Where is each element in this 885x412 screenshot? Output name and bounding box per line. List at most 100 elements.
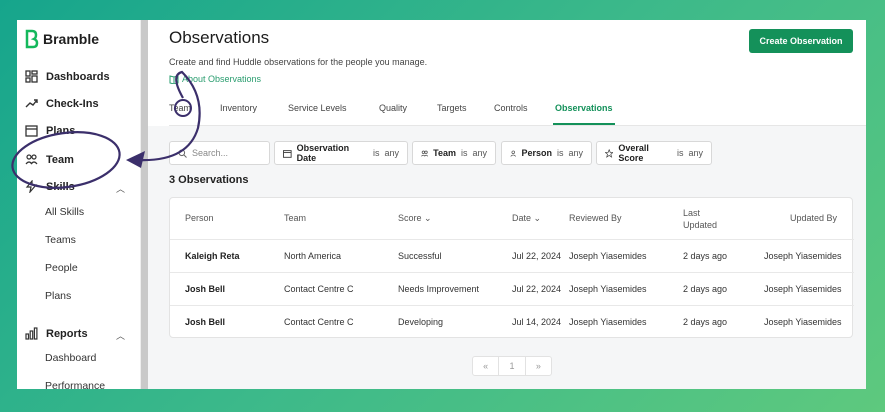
sidebar-subitem-people[interactable]: People bbox=[45, 262, 78, 274]
bolt-icon bbox=[25, 180, 38, 193]
cell-date: Jul 22, 2024 bbox=[512, 284, 562, 294]
observations-table: Person Team Score ⌄ Date ⌄ Reviewed By L… bbox=[169, 197, 854, 338]
cell-updated-by: Joseph Yiasemides bbox=[764, 284, 842, 294]
filter-label: Observation Date bbox=[296, 143, 350, 163]
pagination-prev-button[interactable]: « bbox=[473, 357, 500, 375]
chevron-up-icon[interactable]: ︿ bbox=[116, 182, 125, 195]
chevron-up-icon[interactable]: ︿ bbox=[116, 329, 125, 342]
about-observations-link[interactable]: About Observations bbox=[169, 74, 261, 84]
filter-is: is bbox=[676, 148, 684, 158]
sidebar-item-label: Skills bbox=[46, 180, 75, 193]
column-header-line: Last bbox=[683, 208, 701, 218]
cell-reviewed-by: Joseph Yiasemides bbox=[569, 251, 647, 261]
sidebar-item-reports[interactable]: Reports bbox=[25, 327, 88, 340]
search-icon bbox=[178, 149, 187, 158]
cell-person: Josh Bell bbox=[185, 317, 226, 327]
team-filter[interactable]: Team is any bbox=[412, 141, 496, 165]
sidebar-subitem-performance[interactable]: Performance bbox=[45, 380, 105, 389]
tab-observations[interactable]: Observations bbox=[555, 103, 613, 113]
chevron-down-icon: ⌄ bbox=[424, 213, 432, 223]
people-icon bbox=[421, 150, 429, 157]
cell-score: Successful bbox=[398, 251, 442, 261]
logo-text: Bramble bbox=[43, 31, 100, 47]
observation-date-filter[interactable]: Observation Date is any bbox=[274, 141, 408, 165]
dashboard-icon bbox=[25, 70, 38, 83]
sidebar-item-plans[interactable]: Plans bbox=[25, 124, 75, 137]
page-title: Observations bbox=[169, 28, 270, 47]
tab-quality[interactable]: Quality bbox=[379, 103, 407, 113]
sidebar-item-label: Team bbox=[46, 153, 74, 166]
filter-is: is bbox=[460, 148, 468, 158]
cell-last-updated: 2 days ago bbox=[683, 317, 728, 327]
app-window: Bramble Dashboards Check-Ins Plans Team … bbox=[17, 20, 866, 389]
filter-value: any bbox=[688, 148, 703, 158]
column-header-reviewed-by[interactable]: Reviewed By bbox=[569, 213, 622, 223]
sidebar-item-label: Plans bbox=[46, 124, 76, 137]
sidebar-item-label: Dashboards bbox=[46, 70, 110, 83]
star-icon bbox=[605, 148, 614, 158]
column-header-team[interactable]: Team bbox=[284, 213, 306, 223]
tab-team[interactable]: Team bbox=[169, 103, 191, 113]
sidebar-item-team[interactable]: Team bbox=[25, 153, 74, 166]
column-header-label: Score bbox=[398, 213, 422, 223]
cell-team: North America bbox=[284, 251, 342, 261]
sidebar-item-skills[interactable]: Skills bbox=[25, 180, 75, 193]
tab-controls[interactable]: Controls bbox=[494, 103, 528, 113]
pagination-next-button[interactable]: » bbox=[526, 357, 551, 375]
active-tab-indicator bbox=[553, 123, 615, 125]
person-icon bbox=[510, 150, 516, 157]
sidebar-item-check-ins[interactable]: Check-Ins bbox=[25, 97, 99, 110]
search-input[interactable]: Search... bbox=[169, 141, 270, 165]
column-header-line: Updated bbox=[683, 220, 718, 230]
pagination-page-button[interactable]: 1 bbox=[499, 357, 526, 375]
sidebar-subitem-all-skills[interactable]: All Skills bbox=[45, 206, 84, 218]
logo[interactable]: Bramble bbox=[25, 29, 99, 49]
bramble-logo-icon bbox=[25, 29, 39, 49]
sidebar-item-label: Check-Ins bbox=[46, 97, 99, 110]
about-link-label: About Observations bbox=[182, 74, 262, 84]
filter-value: any bbox=[568, 148, 583, 158]
filter-value: any bbox=[472, 148, 487, 158]
sidebar-subitem-plans[interactable]: Plans bbox=[45, 290, 71, 302]
person-filter[interactable]: Person is any bbox=[501, 141, 592, 165]
cell-person: Kaleigh Reta bbox=[185, 251, 240, 261]
filter-is: is bbox=[372, 148, 380, 158]
calendar-icon bbox=[25, 125, 38, 137]
search-placeholder: Search... bbox=[192, 148, 229, 158]
cell-person: Josh Bell bbox=[185, 284, 226, 294]
observation-count: 3 Observations bbox=[169, 174, 249, 186]
tab-inventory[interactable]: Inventory bbox=[220, 103, 257, 113]
page-subtitle: Create and find Huddle observations for … bbox=[169, 57, 428, 67]
cell-updated-by: Joseph Yiasemides bbox=[764, 251, 842, 261]
row-divider bbox=[170, 272, 854, 273]
row-divider bbox=[170, 305, 854, 306]
column-header-updated-by[interactable]: Updated By bbox=[790, 213, 837, 223]
column-header-last-updated[interactable]: Last Updated bbox=[683, 207, 717, 231]
cell-last-updated: 2 days ago bbox=[683, 284, 728, 294]
cell-score: Developing bbox=[398, 317, 444, 327]
sidebar-subitem-teams[interactable]: Teams bbox=[45, 234, 76, 246]
create-observation-button[interactable]: Create Observation bbox=[749, 29, 853, 53]
column-header-score[interactable]: Score ⌄ bbox=[398, 213, 432, 224]
column-header-date[interactable]: Date ⌄ bbox=[512, 213, 541, 224]
column-header-person[interactable]: Person bbox=[185, 213, 214, 223]
cell-team: Contact Centre C bbox=[284, 284, 354, 294]
column-header-label: Date bbox=[512, 213, 532, 223]
sidebar: Bramble Dashboards Check-Ins Plans Team … bbox=[17, 20, 141, 389]
bar-chart-icon bbox=[25, 327, 38, 340]
main-content: Observations Create and find Huddle obse… bbox=[148, 20, 866, 389]
row-divider bbox=[170, 239, 854, 240]
tab-service-levels[interactable]: Service Levels bbox=[288, 103, 347, 113]
sidebar-scrollbar[interactable] bbox=[141, 20, 148, 389]
filter-label: Team bbox=[433, 148, 456, 158]
sidebar-item-label: Reports bbox=[46, 327, 88, 340]
cell-last-updated: 2 days ago bbox=[683, 251, 728, 261]
sidebar-subitem-dashboard[interactable]: Dashboard bbox=[45, 352, 96, 364]
overall-score-filter[interactable]: Overall Score is any bbox=[596, 141, 712, 165]
cell-reviewed-by: Joseph Yiasemides bbox=[569, 284, 647, 294]
chevron-down-icon: ⌄ bbox=[533, 213, 542, 223]
sidebar-item-dashboards[interactable]: Dashboards bbox=[25, 70, 110, 83]
tab-targets[interactable]: Targets bbox=[437, 103, 467, 113]
cell-score: Needs Improvement bbox=[398, 284, 480, 294]
cell-team: Contact Centre C bbox=[284, 317, 354, 327]
